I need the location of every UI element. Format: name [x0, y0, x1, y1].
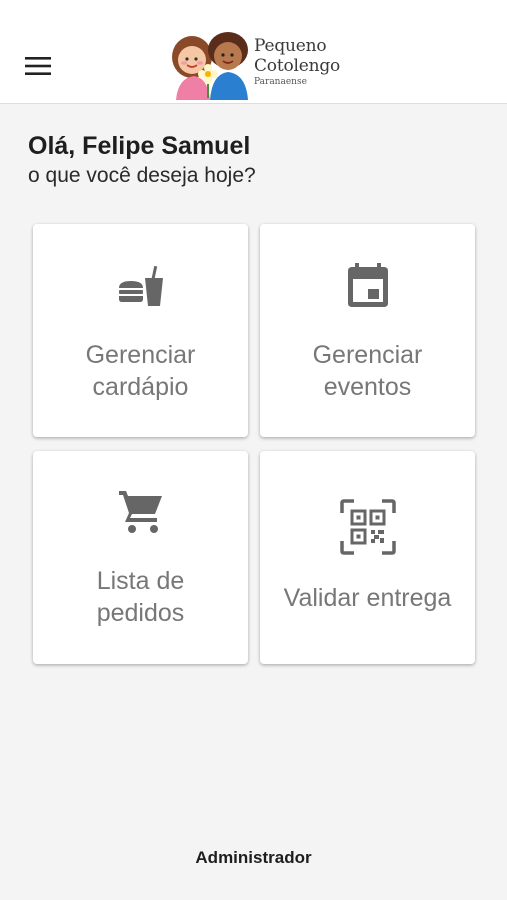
- app-bar: Pequeno Cotolengo Paranaense: [0, 0, 507, 104]
- logo-mascots-icon: [172, 32, 248, 100]
- menu-icon: [25, 57, 51, 75]
- manage-events-card[interactable]: Gerenciar eventos: [260, 224, 475, 437]
- menu-button[interactable]: [18, 46, 58, 86]
- logo-line-2: Cotolengo: [254, 56, 341, 76]
- orders-list-label-line-2: pedidos: [96, 599, 185, 627]
- manage-events-label-line-2: eventos: [323, 373, 412, 401]
- orders-list-card[interactable]: Lista de pedidos: [33, 451, 248, 664]
- validate-delivery-card[interactable]: Validar entrega: [260, 451, 475, 664]
- validate-delivery-label: Validar entrega: [283, 584, 452, 612]
- logo-line-3: Paranaense: [254, 77, 307, 87]
- fastfood-icon: [118, 265, 163, 306]
- manage-events-label-line-1: Gerenciar: [312, 341, 423, 369]
- greeting-title: Olá, Felipe Samuel: [28, 132, 251, 160]
- footer-role-label: Administrador: [195, 848, 312, 867]
- greeting-subtitle: o que você deseja hoje?: [28, 164, 256, 187]
- calendar-icon: [347, 263, 388, 307]
- qr-code-scanner-icon: [339, 499, 396, 555]
- manage-menu-label-line-2: cardápio: [92, 373, 189, 401]
- logo: Pequeno Cotolengo Paranaense: [166, 30, 346, 100]
- manage-menu-label-line-1: Gerenciar: [85, 341, 196, 369]
- manage-menu-card[interactable]: Gerenciar cardápio: [33, 224, 248, 437]
- shopping-cart-icon: [118, 491, 162, 533]
- logo-text: Pequeno Cotolengo Paranaense: [254, 38, 340, 87]
- logo-line-1: Pequeno: [254, 36, 327, 56]
- greeting: Olá, Felipe Samuel o que você deseja hoj…: [28, 130, 488, 190]
- orders-list-label-line-1: Lista de: [96, 567, 185, 595]
